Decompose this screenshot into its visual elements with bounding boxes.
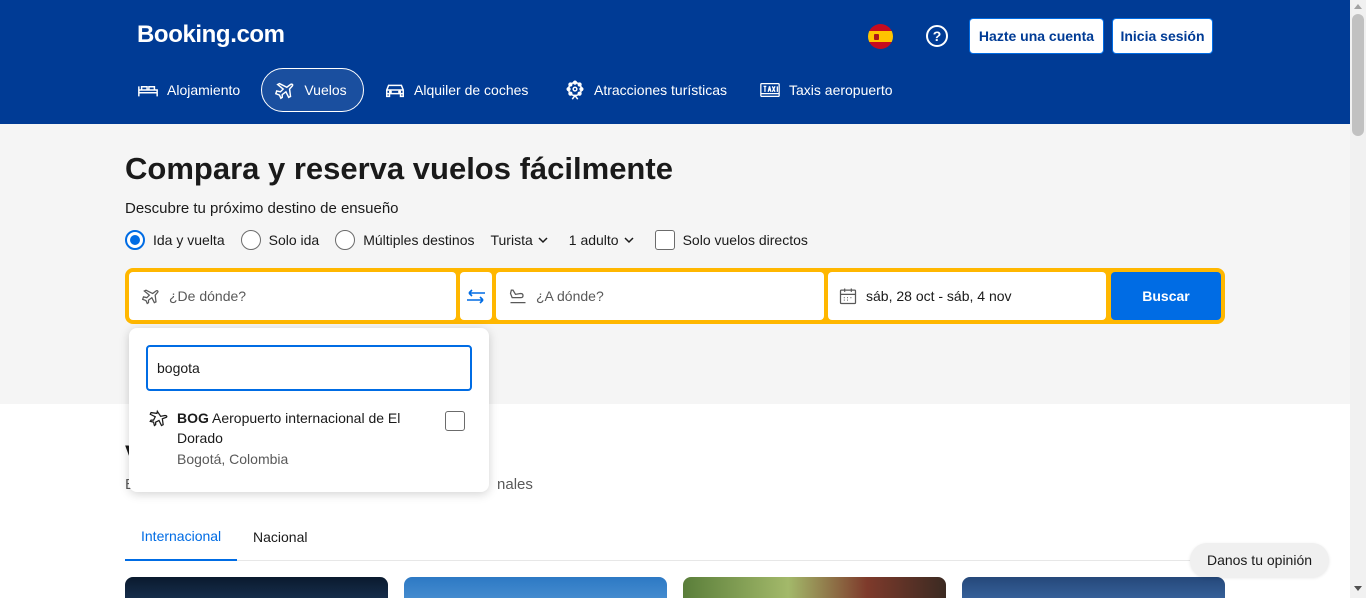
airport-full-name: Aeropuerto internacional de El Dorado <box>177 410 401 446</box>
tab-nacional[interactable]: Nacional <box>237 513 323 561</box>
chevron-down-icon <box>538 237 548 244</box>
nav-item-taxis[interactable]: Taxis aeropuerto <box>759 68 893 112</box>
help-icon[interactable]: ? <box>926 25 948 47</box>
scroll-thumb[interactable] <box>1352 14 1364 136</box>
tab-internacional[interactable]: Internacional <box>125 513 238 561</box>
radio-multi-city[interactable]: Múltiples destinos <box>335 230 474 250</box>
destination-tabs: Internacional Nacional <box>125 513 1225 561</box>
plane-takeoff-icon <box>141 289 159 305</box>
nav-item-alojamiento[interactable]: Alojamiento <box>137 68 240 112</box>
nav-label: Alojamiento <box>167 82 241 98</box>
attractions-icon <box>566 80 584 100</box>
nav-item-vuelos[interactable]: Vuelos <box>261 68 364 112</box>
search-button[interactable]: Buscar <box>1111 272 1221 320</box>
from-placeholder: ¿De dónde? <box>169 288 247 304</box>
page-scrollbar[interactable] <box>1350 0 1366 598</box>
radio-round-trip[interactable]: Ida y vuelta <box>125 230 225 250</box>
origin-autocomplete-dropdown: bogota BOG Aeropuerto internacional de E… <box>129 328 489 492</box>
radio-one-way[interactable]: Solo ida <box>240 230 320 250</box>
radio-icon[interactable] <box>240 230 261 250</box>
nav-label: Taxis aeropuerto <box>789 82 893 98</box>
destination-card[interactable] <box>683 577 946 598</box>
from-field[interactable]: ¿De dónde? <box>129 272 456 320</box>
radio-label: Ida y vuelta <box>153 232 225 248</box>
checkbox-icon[interactable] <box>654 230 675 250</box>
scroll-up-arrow-icon[interactable] <box>1354 4 1362 9</box>
car-icon <box>386 84 404 98</box>
airport-code: BOG <box>177 410 209 426</box>
airport-name: BOG Aeropuerto internacional de El Dorad… <box>177 408 417 448</box>
signup-button[interactable]: Hazte una cuenta <box>969 18 1104 54</box>
nav-label: Atracciones turísticas <box>594 82 728 98</box>
spain-flag-icon[interactable] <box>868 24 893 49</box>
nav-item-atracciones[interactable]: Atracciones turísticas <box>564 68 727 112</box>
checkbox-label: Solo vuelos directos <box>682 232 808 248</box>
select-airport-checkbox[interactable] <box>445 411 465 431</box>
booking-logo[interactable]: Booking.com <box>137 21 285 49</box>
trip-options: Ida y vuelta Solo ida Múltiples destinos… <box>125 229 824 251</box>
calendar-icon <box>839 288 857 305</box>
date-range-value: sáb, 28 oct - sáb, 4 nov <box>866 288 1012 304</box>
swap-arrows-icon <box>467 289 485 304</box>
airport-plane-icon <box>149 409 168 427</box>
origin-search-input[interactable]: bogota <box>146 345 472 391</box>
plane-icon <box>275 82 294 100</box>
radio-label: Múltiples destinos <box>363 232 475 248</box>
radio-selected-icon[interactable] <box>125 230 145 250</box>
cabin-class-value: Turista <box>490 232 533 248</box>
page-title: Compara y reserva vuelos fácilmente <box>125 151 673 186</box>
chevron-down-icon <box>624 237 634 244</box>
flight-search-bar: ¿De dónde? ¿A dónde? sáb, 28 oct - sáb, … <box>125 268 1225 324</box>
airport-location: Bogotá, Colombia <box>177 451 289 467</box>
signin-button[interactable]: Inicia sesión <box>1112 18 1213 54</box>
page-subtitle: Descubre tu próximo destino de ensueño <box>125 200 399 217</box>
date-field[interactable]: sáb, 28 oct - sáb, 4 nov <box>828 272 1106 320</box>
scroll-down-arrow-icon[interactable] <box>1354 586 1362 591</box>
destination-card[interactable] <box>962 577 1225 598</box>
nav-item-coches[interactable]: Alquiler de coches <box>384 68 528 112</box>
destination-card[interactable] <box>404 577 667 598</box>
cabin-class-dropdown[interactable]: Turista <box>490 232 548 248</box>
site-header: Booking.com ? Hazte una cuenta Inicia se… <box>0 0 1350 124</box>
taxi-icon <box>760 82 780 98</box>
radio-icon[interactable] <box>335 230 356 250</box>
nav-label: Alquiler de coches <box>414 82 529 98</box>
section-subtitle-end: nales <box>497 476 533 493</box>
nav-label: Vuelos <box>304 82 347 98</box>
feedback-button[interactable]: Danos tu opinión <box>1190 543 1329 577</box>
swap-button[interactable] <box>460 272 492 320</box>
to-placeholder: ¿A dónde? <box>536 288 604 304</box>
destination-card[interactable] <box>125 577 388 598</box>
bed-icon <box>138 86 158 97</box>
direct-flights-checkbox[interactable]: Solo vuelos directos <box>654 230 808 250</box>
passengers-value: 1 adulto <box>568 232 619 248</box>
passengers-dropdown[interactable]: 1 adulto <box>569 232 635 248</box>
to-field[interactable]: ¿A dónde? <box>496 272 824 320</box>
radio-label: Solo ida <box>268 232 320 248</box>
plane-landing-icon <box>509 289 526 304</box>
